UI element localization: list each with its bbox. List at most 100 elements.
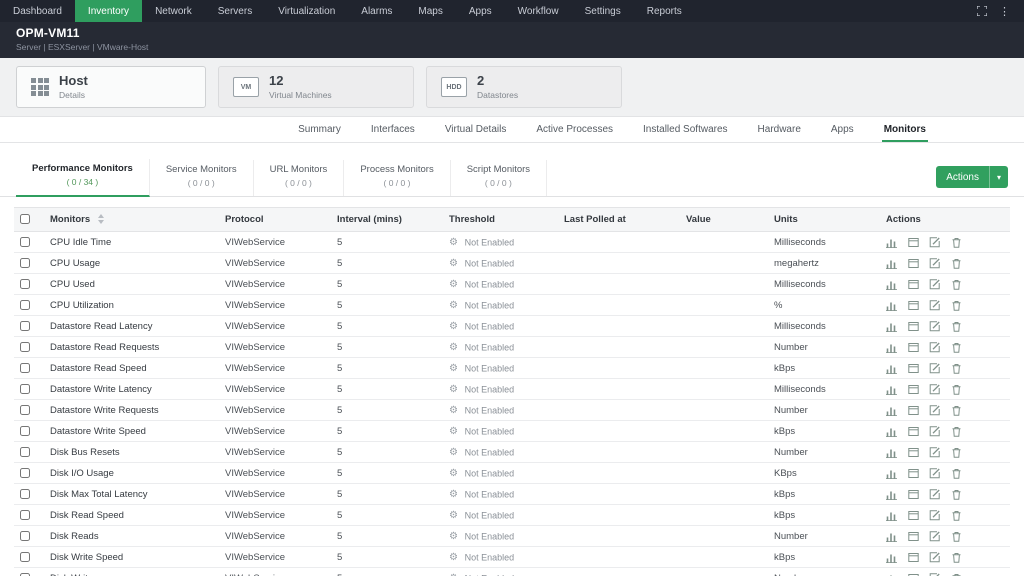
nav-network[interactable]: Network [142,0,205,22]
chart-icon[interactable] [886,363,897,374]
delete-icon[interactable] [951,279,962,290]
row-checkbox[interactable] [20,258,30,268]
chart-icon[interactable] [886,531,897,542]
tab-process-monitors[interactable]: Process Monitors ( 0 / 0 ) [344,160,450,196]
report-icon[interactable] [908,405,919,416]
nav-virtualization[interactable]: Virtualization [265,0,348,22]
edit-icon[interactable] [929,489,940,500]
nav-servers[interactable]: Servers [205,0,265,22]
chart-icon[interactable] [886,447,897,458]
host-details-card[interactable]: Host Details [16,66,206,108]
delete-icon[interactable] [951,342,962,353]
row-checkbox[interactable] [20,384,30,394]
delete-icon[interactable] [951,489,962,500]
tab-summary[interactable]: Summary [296,124,343,142]
monitor-name[interactable]: Disk I/O Usage [50,468,114,479]
edit-icon[interactable] [929,510,940,521]
threshold-gear-icon[interactable]: ⚙ [449,342,458,353]
threshold-gear-icon[interactable]: ⚙ [449,300,458,311]
row-checkbox[interactable] [20,405,30,415]
tab-active-processes[interactable]: Active Processes [534,124,615,142]
report-icon[interactable] [908,279,919,290]
threshold-gear-icon[interactable]: ⚙ [449,426,458,437]
monitor-name[interactable]: Disk Write Speed [50,552,123,563]
virtual-machines-card[interactable]: VM 12 Virtual Machines [218,66,414,108]
tab-performance-monitors[interactable]: Performance Monitors ( 0 / 34 ) [16,159,150,197]
report-icon[interactable] [908,468,919,479]
row-checkbox[interactable] [20,363,30,373]
tab-hardware[interactable]: Hardware [756,124,803,142]
row-checkbox[interactable] [20,552,30,562]
monitor-name[interactable]: CPU Idle Time [50,237,111,248]
delete-icon[interactable] [951,510,962,521]
edit-icon[interactable] [929,531,940,542]
threshold-gear-icon[interactable]: ⚙ [449,405,458,416]
delete-icon[interactable] [951,300,962,311]
threshold-gear-icon[interactable]: ⚙ [449,237,458,248]
threshold-gear-icon[interactable]: ⚙ [449,279,458,290]
monitor-name[interactable]: Disk Read Speed [50,510,124,521]
delete-icon[interactable] [951,531,962,542]
nav-workflow[interactable]: Workflow [505,0,572,22]
edit-icon[interactable] [929,468,940,479]
chart-icon[interactable] [886,279,897,290]
delete-icon[interactable] [951,237,962,248]
edit-icon[interactable] [929,384,940,395]
row-checkbox[interactable] [20,531,30,541]
threshold-gear-icon[interactable]: ⚙ [449,531,458,542]
edit-icon[interactable] [929,552,940,563]
report-icon[interactable] [908,510,919,521]
chart-icon[interactable] [886,342,897,353]
chevron-down-icon[interactable]: ▾ [989,166,1008,188]
fullscreen-icon[interactable] [977,6,987,16]
datastores-card[interactable]: HDD 2 Datastores [426,66,622,108]
threshold-gear-icon[interactable]: ⚙ [449,468,458,479]
edit-icon[interactable] [929,363,940,374]
monitor-name[interactable]: Datastore Write Speed [50,426,146,437]
monitor-name[interactable]: Datastore Read Speed [50,363,147,374]
tab-virtual-details[interactable]: Virtual Details [443,124,509,142]
tab-installed-softwares[interactable]: Installed Softwares [641,124,730,142]
row-checkbox[interactable] [20,342,30,352]
chart-icon[interactable] [886,405,897,416]
edit-icon[interactable] [929,279,940,290]
nav-inventory[interactable]: Inventory [75,0,142,22]
row-checkbox[interactable] [20,237,30,247]
monitor-name[interactable]: Datastore Read Requests [50,342,159,353]
monitor-name[interactable]: Disk Reads [50,531,99,542]
nav-alarms[interactable]: Alarms [348,0,405,22]
chart-icon[interactable] [886,384,897,395]
tab-service-monitors[interactable]: Service Monitors ( 0 / 0 ) [150,160,254,196]
report-icon[interactable] [908,321,919,332]
report-icon[interactable] [908,447,919,458]
nav-settings[interactable]: Settings [572,0,634,22]
threshold-gear-icon[interactable]: ⚙ [449,384,458,395]
edit-icon[interactable] [929,300,940,311]
nav-apps[interactable]: Apps [456,0,505,22]
select-all-checkbox[interactable] [20,214,30,224]
row-checkbox[interactable] [20,426,30,436]
report-icon[interactable] [908,237,919,248]
threshold-gear-icon[interactable]: ⚙ [449,447,458,458]
monitor-name[interactable]: Datastore Write Latency [50,384,152,395]
monitor-name[interactable]: CPU Usage [50,258,100,269]
chart-icon[interactable] [886,489,897,500]
delete-icon[interactable] [951,384,962,395]
delete-icon[interactable] [951,405,962,416]
row-checkbox[interactable] [20,447,30,457]
tab-monitors[interactable]: Monitors [882,124,928,142]
threshold-gear-icon[interactable]: ⚙ [449,552,458,563]
report-icon[interactable] [908,363,919,374]
delete-icon[interactable] [951,468,962,479]
row-checkbox[interactable] [20,279,30,289]
actions-button[interactable]: Actions ▾ [936,166,1008,188]
monitor-name[interactable]: Datastore Read Latency [50,321,152,332]
threshold-gear-icon[interactable]: ⚙ [449,258,458,269]
col-header-monitors[interactable]: Monitors [44,208,219,232]
delete-icon[interactable] [951,258,962,269]
edit-icon[interactable] [929,321,940,332]
report-icon[interactable] [908,552,919,563]
edit-icon[interactable] [929,258,940,269]
delete-icon[interactable] [951,552,962,563]
monitor-name[interactable]: Disk Max Total Latency [50,489,148,500]
